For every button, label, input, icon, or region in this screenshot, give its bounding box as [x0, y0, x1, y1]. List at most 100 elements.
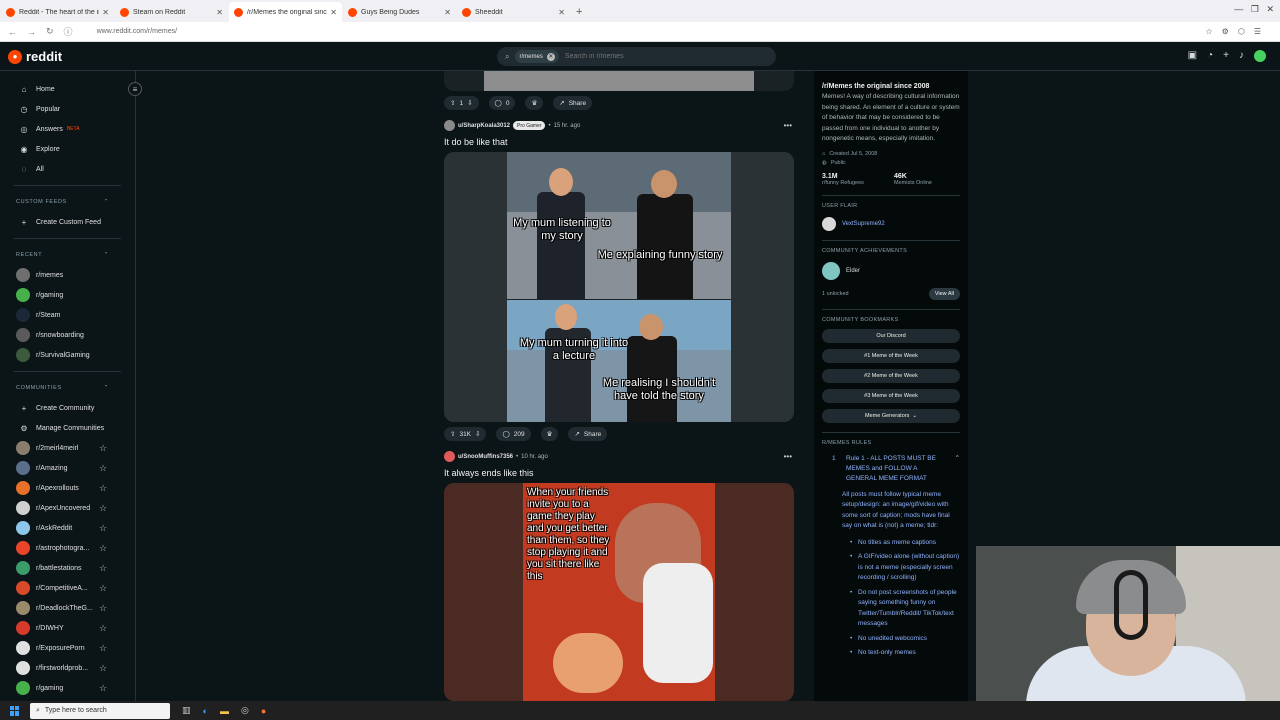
browser-tab[interactable]: Steam on Reddit ✕: [115, 2, 228, 22]
subreddit-search-chip[interactable]: r/memes ✕: [515, 50, 559, 63]
nav-popular[interactable]: ◷ Popular: [0, 99, 135, 119]
nav-explore[interactable]: ◉ Explore: [0, 139, 135, 159]
back-icon[interactable]: ←: [8, 27, 17, 37]
create-custom-feed-button[interactable]: + Create Custom Feed: [0, 212, 135, 232]
manage-communities-button[interactable]: ⚙ Manage Communities: [0, 418, 135, 438]
community-item[interactable]: r/Amazing ☆: [0, 458, 135, 478]
community-item[interactable]: r/CompetitiveA... ☆: [0, 578, 135, 598]
chat-icon[interactable]: ◔: [1207, 50, 1213, 62]
favorite-star-icon[interactable]: ☆: [99, 683, 107, 694]
communities-header[interactable]: COMMUNITIES ⌃: [0, 378, 135, 398]
favorite-star-icon[interactable]: ☆: [99, 443, 107, 454]
nav-all[interactable]: ◌ All: [0, 159, 135, 179]
favorite-star-icon[interactable]: ☆: [99, 563, 107, 574]
favorite-star-icon[interactable]: ☆: [99, 663, 107, 674]
post-title[interactable]: It do be like that: [444, 137, 508, 147]
steam-icon[interactable]: ◎: [241, 705, 249, 716]
browser-tab[interactable]: Reddit - The heart of the intern✕: [1, 2, 114, 22]
window-controls-icon[interactable]: — ❐ ✕: [1234, 4, 1274, 15]
create-post-icon[interactable]: +: [1223, 50, 1229, 62]
meme-generators-dropdown[interactable]: Meme Generators ⌄: [822, 408, 960, 423]
user-flair-row[interactable]: VextSupreme92: [822, 216, 960, 231]
custom-feeds-header[interactable]: CUSTOM FEEDS ⌃: [0, 192, 135, 212]
downvote-icon[interactable]: ⇩: [475, 430, 480, 438]
taskbar-search[interactable]: ⌕ Type here to search: [30, 702, 170, 719]
reddit-logo[interactable]: ● reddit: [8, 49, 62, 64]
community-item[interactable]: r/ApexUncovered ☆: [0, 498, 135, 518]
post-image[interactable]: When your friends invite you to a game t…: [444, 483, 794, 701]
upvote-icon[interactable]: ⇧: [450, 430, 455, 438]
favorite-star-icon[interactable]: ☆: [99, 603, 107, 614]
nav-answers[interactable]: ◎ Answers BETA: [0, 119, 135, 139]
user-avatar[interactable]: [444, 120, 455, 131]
community-item[interactable]: r/SurvivalGaming: [0, 345, 135, 365]
forward-icon[interactable]: →: [27, 27, 36, 37]
site-info-icon[interactable]: ⓘ: [64, 25, 73, 38]
community-item[interactable]: r/DeadlockTheG... ☆: [0, 598, 135, 618]
community-item[interactable]: r/battlestations ☆: [0, 558, 135, 578]
edge-browser-icon[interactable]: ◐: [203, 706, 208, 716]
community-item[interactable]: r/DIWHY ☆: [0, 618, 135, 638]
post-title[interactable]: It always ends like this: [444, 468, 534, 478]
community-item[interactable]: r/gaming ☆: [0, 678, 135, 698]
rule-item[interactable]: 1 Rule 1 - ALL POSTS MUST BE MEMES and FO…: [822, 454, 960, 484]
community-item[interactable]: r/Apexrollouts ☆: [0, 478, 135, 498]
downvote-icon[interactable]: ⇩: [467, 99, 472, 107]
favorite-star-icon[interactable]: ☆: [99, 463, 107, 474]
recent-header[interactable]: RECENT ⌃: [0, 245, 135, 265]
notifications-bell-icon[interactable]: ♪: [1239, 50, 1244, 62]
bookmark-button[interactable]: #2 Meme of the Week: [822, 368, 960, 383]
search-bar[interactable]: ⌕ r/memes ✕: [497, 47, 776, 66]
comments-button[interactable]: ◯ 0: [488, 96, 516, 110]
view-all-button[interactable]: View All: [928, 287, 960, 300]
bookmark-button[interactable]: #3 Meme of the Week: [822, 388, 960, 403]
firefox-icon[interactable]: ●: [261, 706, 266, 716]
achievement-row[interactable]: Elder: [822, 261, 960, 280]
advertise-icon[interactable]: ▣: [1188, 50, 1197, 62]
reload-icon[interactable]: ↻: [46, 26, 54, 37]
community-item[interactable]: r/astrophotogra... ☆: [0, 538, 135, 558]
url-field[interactable]: www.reddit.com/r/memes/: [97, 28, 178, 35]
community-item[interactable]: r/AskReddit ☆: [0, 518, 135, 538]
task-view-icon[interactable]: ▥: [182, 705, 191, 716]
comments-button[interactable]: ◯ 209: [496, 427, 531, 441]
community-item[interactable]: r/firstworldprob... ☆: [0, 658, 135, 678]
post-author[interactable]: u/SharpKoala3012: [458, 123, 510, 129]
post-image[interactable]: My mum listening to my story Me explaini…: [444, 152, 794, 422]
browser-tab-active[interactable]: /r/Memes the original since 20✕: [229, 2, 342, 22]
award-button[interactable]: ♛: [525, 96, 544, 110]
community-item[interactable]: r/Steam: [0, 305, 135, 325]
previous-post-image[interactable]: [444, 71, 794, 91]
favorite-star-icon[interactable]: ☆: [99, 583, 107, 594]
community-item[interactable]: r/memes: [0, 265, 135, 285]
community-item[interactable]: r/ExposurePorn ☆: [0, 638, 135, 658]
award-button[interactable]: ♛: [540, 427, 559, 441]
share-button[interactable]: ↗ Share: [568, 427, 608, 441]
post-author[interactable]: u/SnooMuffins7356: [458, 454, 513, 460]
create-community-button[interactable]: + Create Community: [0, 398, 135, 418]
community-item[interactable]: r/gaming: [0, 285, 135, 305]
favorite-star-icon[interactable]: ☆: [99, 643, 107, 654]
windows-start-icon[interactable]: [10, 705, 20, 716]
browser-tab[interactable]: Sheeddit ✕: [457, 2, 570, 22]
bookmark-button[interactable]: #1 Meme of the Week: [822, 348, 960, 363]
file-explorer-icon[interactable]: ▬: [220, 706, 229, 716]
close-tab-icon[interactable]: ✕: [216, 8, 223, 17]
close-tab-icon[interactable]: ✕: [558, 8, 565, 17]
browser-toolbar-icons[interactable]: ☆⚙⬡☰: [1206, 27, 1271, 36]
new-tab-icon[interactable]: +: [576, 6, 582, 18]
close-tab-icon[interactable]: ✕: [330, 8, 337, 17]
upvote-icon[interactable]: ⇧: [450, 99, 455, 107]
clear-chip-icon[interactable]: ✕: [546, 52, 555, 61]
favorite-star-icon[interactable]: ☆: [99, 543, 107, 554]
more-options-icon[interactable]: •••: [784, 121, 792, 130]
close-tab-icon[interactable]: ✕: [102, 8, 109, 17]
share-button[interactable]: ↗ Share: [553, 96, 593, 110]
favorite-star-icon[interactable]: ☆: [99, 523, 107, 534]
close-tab-icon[interactable]: ✕: [444, 8, 451, 17]
favorite-star-icon[interactable]: ☆: [99, 623, 107, 634]
community-item[interactable]: r/snowboarding: [0, 325, 135, 345]
user-avatar[interactable]: [444, 451, 455, 462]
nav-home[interactable]: ⌂ Home: [0, 79, 135, 99]
community-item[interactable]: r/2meirl4meirl ☆: [0, 438, 135, 458]
